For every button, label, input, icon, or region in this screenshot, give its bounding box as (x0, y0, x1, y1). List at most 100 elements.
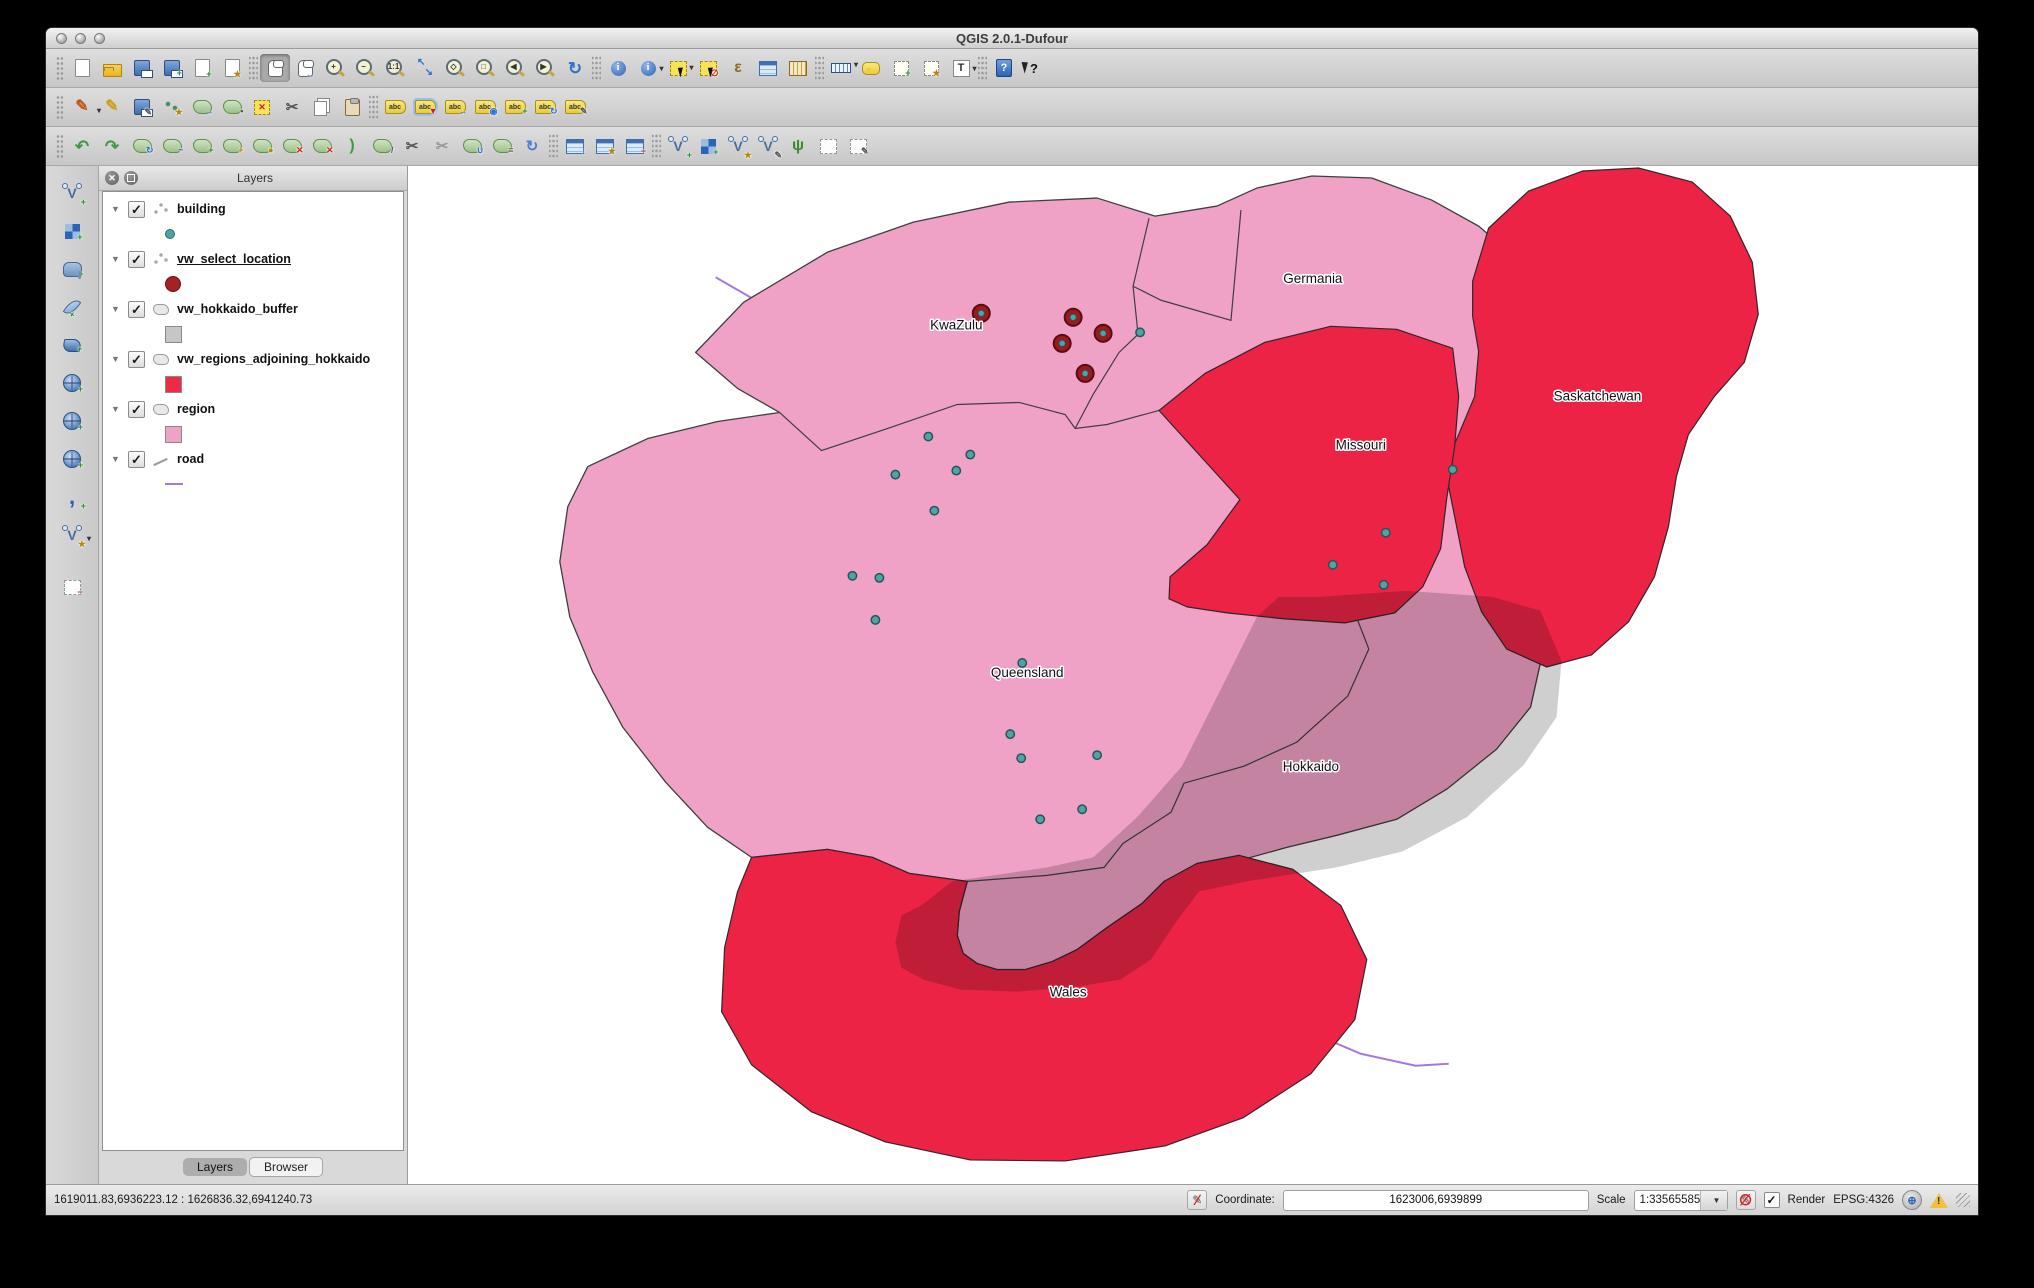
merge-attributes-button[interactable]: ≡ (487, 132, 517, 160)
coordinate-input[interactable] (1282, 1189, 1589, 1211)
map-tips-button[interactable] (856, 54, 886, 82)
rotate-features-button[interactable]: ↻ (127, 132, 157, 160)
add-ring-button[interactable]: + (187, 132, 217, 160)
layer-item-road[interactable]: ▼ ✓ road (103, 446, 403, 472)
deselect-all-button[interactable]: ∅ (693, 54, 723, 82)
node-star-button[interactable]: V ★ (723, 132, 753, 160)
text-annotation-button[interactable]: T ▾ (946, 54, 977, 82)
chevron-down-icon[interactable]: ▼ (111, 454, 121, 464)
zoom-next-button[interactable]: ▶ (530, 54, 560, 82)
add-nodes-layer-button[interactable]: V + (663, 132, 693, 160)
toggle-extents-icon[interactable]: ✎ ∕ (1187, 1190, 1208, 1210)
layer-visibility-checkbox[interactable]: ✓ (128, 200, 145, 218)
rotate-point-symbols-button[interactable]: ↻ (517, 132, 547, 160)
chevron-down-icon[interactable]: ▼ (111, 404, 121, 414)
redo-button[interactable]: ↷ (97, 132, 127, 160)
current-edits-button[interactable]: ✎ ▾ (67, 93, 101, 121)
float-dock-icon[interactable] (124, 171, 138, 185)
undo-button[interactable]: ↶ (67, 132, 97, 160)
zoom-last-button[interactable]: ◀ (500, 54, 530, 82)
layer-visibility-checkbox[interactable]: ✓ (128, 350, 145, 368)
grass-region-button[interactable] (813, 132, 843, 160)
composer-manager-button[interactable]: ★ (217, 54, 247, 82)
add-spatialite-layer-button[interactable]: + (55, 288, 89, 326)
layer-visibility-checkbox[interactable]: ✓ (128, 450, 145, 468)
select-features-button[interactable]: ▾ (663, 54, 694, 82)
tab-layers[interactable]: Layers (182, 1158, 247, 1176)
offset-curve-button[interactable]: ) (337, 132, 367, 160)
node-edit-button[interactable]: V ✎ (753, 132, 783, 160)
table-remove-button[interactable]: − (620, 132, 650, 160)
add-postgis-layer-button[interactable]: + (55, 250, 89, 288)
table-anchor-button[interactable]: ↓ (560, 132, 590, 160)
add-feature-button[interactable]: ★ (157, 93, 187, 121)
new-shapefile-layer-button[interactable]: V ★ ▾ (55, 516, 91, 554)
new-print-composer-button[interactable]: + (187, 54, 217, 82)
paste-features-button[interactable] (337, 93, 367, 121)
delete-ring-button[interactable]: ✕ (277, 132, 307, 160)
new-bookmark-button[interactable]: + (886, 54, 916, 82)
map-canvas[interactable]: KwaZulu Germania Saskatchewan Missouri Queen… (408, 166, 1978, 1184)
label-button[interactable]: abc ▼ (410, 93, 440, 121)
pan-to-selection-button[interactable]: ↔ (290, 54, 320, 82)
layer-item-vw-regions-adjoining-hokkaido[interactable]: ▼ ✓ vw_regions_adjoining_hokkaido (103, 346, 403, 372)
zoom-in-button[interactable]: + (320, 54, 350, 82)
measure-button[interactable]: ▾ (826, 54, 858, 82)
chevron-down-icon[interactable]: ▼ (1700, 1190, 1727, 1210)
show-bookmarks-button[interactable]: ★ (916, 54, 946, 82)
new-project-button[interactable] (67, 54, 97, 82)
zoom-native-button[interactable]: 1:1 (380, 54, 410, 82)
add-delimited-text-layer-button[interactable]: , + (55, 478, 89, 516)
add-vector-layer-button[interactable]: V + (55, 174, 89, 212)
resize-grip[interactable] (1956, 1193, 1970, 1207)
layer-item-vw-select-location[interactable]: ▼ ✓ vw_select_location (103, 246, 403, 272)
show-hide-labels-button[interactable]: abc ◉ (470, 93, 500, 121)
select-by-expression-button[interactable]: ε (723, 54, 753, 82)
save-project-button[interactable] (127, 54, 157, 82)
refresh-button[interactable]: ↻ (560, 54, 590, 82)
split-features-button[interactable]: ✂ (397, 132, 427, 160)
field-calculator-button[interactable] (783, 54, 813, 82)
add-oracle-layer-button[interactable]: + (55, 364, 89, 402)
add-wms-layer-button[interactable]: + (55, 402, 89, 440)
zoom-to-selection-button[interactable]: ◇ (440, 54, 470, 82)
chevron-down-icon[interactable]: ▼ (111, 304, 121, 314)
layer-visibility-checkbox[interactable]: ✓ (128, 400, 145, 418)
layer-visibility-checkbox[interactable]: ✓ (128, 250, 145, 268)
move-label-button[interactable]: abc ↔ (440, 93, 470, 121)
zoom-full-button[interactable] (410, 54, 440, 82)
reshape-features-button[interactable]: / (367, 132, 397, 160)
save-project-as-button[interactable]: + (157, 54, 187, 82)
node-tool-button[interactable]: • (217, 93, 247, 121)
scale-combo[interactable]: 1:33565585 ▼ (1633, 1189, 1728, 1211)
toggle-editing-button[interactable]: ✎ (97, 93, 127, 121)
zoom-to-layer-button[interactable]: □ (470, 54, 500, 82)
simplify-feature-button[interactable]: ~ (157, 132, 187, 160)
identify-features-button[interactable]: i (603, 54, 633, 82)
help-contents-button[interactable]: ? (989, 54, 1019, 82)
chevron-down-icon[interactable]: ▼ (111, 204, 121, 214)
chevron-down-icon[interactable]: ▼ (111, 254, 121, 264)
titlebar[interactable]: QGIS 2.0.1-Dufour (46, 28, 1978, 49)
label-properties-button[interactable]: abc ✎ (560, 93, 590, 121)
add-raster-layer-button[interactable]: + (55, 212, 89, 250)
change-label-button[interactable]: abc + (500, 93, 530, 121)
add-part-button[interactable]: + (217, 132, 247, 160)
zoom-out-button[interactable]: − (350, 54, 380, 82)
delete-selected-button[interactable]: ✕ (247, 93, 277, 121)
run-feature-action-button[interactable]: i ▾ (633, 54, 664, 82)
pan-map-button[interactable] (260, 54, 290, 82)
move-feature-button[interactable]: → (187, 93, 217, 121)
chevron-down-icon[interactable]: ▼ (111, 354, 121, 364)
split-parts-button[interactable]: ✂ (427, 132, 457, 160)
whats-this-button[interactable]: ? (1019, 54, 1049, 82)
fill-ring-button[interactable]: ● (247, 132, 277, 160)
tab-browser[interactable]: Browser (249, 1157, 324, 1177)
crs-status-icon[interactable]: ⊕ (1902, 1190, 1922, 1210)
messages-warning-icon[interactable]: ! (1930, 1192, 1948, 1208)
stop-render-icon[interactable]: ✎ ∅ (1735, 1190, 1756, 1210)
grass-tools-button[interactable]: ψ (783, 132, 813, 160)
rotate-label-button[interactable]: abc ↻ (530, 93, 560, 121)
layer-labeling-options-button[interactable]: abc (380, 93, 410, 121)
copy-features-button[interactable] (307, 93, 337, 121)
